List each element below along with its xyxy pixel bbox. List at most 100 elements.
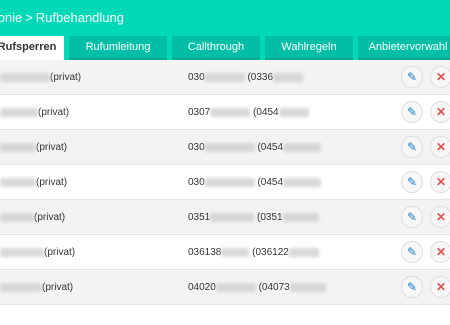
redacted-text [210, 212, 255, 222]
number-secondary: (0454 [253, 107, 279, 118]
name-suffix: (privat) [50, 72, 82, 83]
edit-button[interactable]: ✎ [401, 171, 423, 193]
entry-name: (privat) [0, 200, 65, 235]
edit-button[interactable]: ✎ [401, 136, 423, 158]
pencil-icon: ✎ [406, 280, 418, 294]
pencil-icon: ✎ [406, 105, 418, 119]
tab-rufumleitung[interactable]: Rufumleitung [69, 36, 167, 60]
header-bar: fonie>Rufbehandlung [0, 0, 450, 36]
entry-number: 030 (0336 [188, 60, 304, 95]
name-suffix: (privat) [36, 177, 68, 188]
redacted-text [273, 72, 304, 82]
pencil-icon: ✎ [406, 175, 418, 189]
number-secondary: (0454 [257, 177, 284, 188]
number-prefix: 04020 [188, 282, 216, 293]
number-prefix: 030 [188, 177, 205, 188]
number-secondary: (036122 [252, 247, 289, 258]
number-secondary: (04073 [258, 282, 290, 293]
entry-number: 030 (0454 [188, 165, 322, 200]
delete-button[interactable]: ✕ [430, 101, 450, 123]
delete-button[interactable]: ✕ [430, 206, 450, 228]
redacted-text [221, 247, 250, 257]
redacted-text [283, 142, 322, 152]
number-prefix: 030 [188, 72, 205, 83]
pencil-icon: ✎ [406, 70, 418, 84]
breadcrumb-page: Rufbehandlung [35, 10, 124, 25]
delete-button[interactable]: ✕ [430, 171, 450, 193]
pencil-icon: ✎ [406, 140, 418, 154]
number-prefix: 030 [188, 142, 205, 153]
list-item: (privat) 030 (0454 ✎ ✕ [0, 130, 450, 165]
close-icon: ✕ [435, 280, 447, 294]
redacted-text [289, 282, 326, 292]
close-icon: ✕ [435, 140, 447, 154]
tab-wahlregeln[interactable]: Wahlregeln [265, 36, 353, 60]
tab-anbietervorwahl[interactable]: Anbietervorwahl [358, 36, 450, 60]
edit-button[interactable]: ✎ [401, 66, 423, 88]
list-item-partial [0, 305, 450, 325]
number-secondary: (0454 [257, 142, 284, 153]
edit-button[interactable]: ✎ [401, 241, 423, 263]
close-icon: ✕ [435, 70, 447, 84]
delete-button[interactable]: ✕ [430, 136, 450, 158]
edit-button[interactable]: ✎ [401, 276, 423, 298]
entry-name: (privat) [0, 165, 67, 200]
close-icon: ✕ [435, 210, 447, 224]
pencil-icon: ✎ [406, 210, 418, 224]
redacted-text [215, 282, 256, 292]
list-item: (privat) 036138 (036122 ✎ ✕ [0, 235, 450, 270]
name-suffix: (privat) [44, 247, 76, 258]
list-item: (privat) 0351 (0351 ✎ ✕ [0, 200, 450, 235]
number-secondary: (0351 [257, 212, 283, 223]
entry-number: 036138 (036122 [188, 235, 319, 270]
redacted-text [204, 142, 255, 152]
redacted-text [204, 177, 255, 187]
number-prefix: 0307 [188, 107, 211, 118]
entry-name: (privat) [0, 235, 75, 270]
redacted-text [282, 212, 319, 222]
entry-name: (privat) [0, 130, 67, 165]
redacted-text [0, 177, 36, 187]
number-prefix: 036138 [188, 247, 222, 258]
edit-button[interactable]: ✎ [401, 206, 423, 228]
tab-rufsperren[interactable]: Rufsperren [0, 36, 64, 60]
entry-number: 0307 (0454 [188, 95, 309, 130]
redacted-text [0, 247, 44, 257]
delete-button[interactable]: ✕ [430, 241, 450, 263]
breadcrumb-separator: > [25, 10, 33, 25]
redacted-text [0, 282, 42, 292]
redacted-text [278, 107, 309, 117]
entry-name: (privat) [0, 95, 69, 130]
list-item: (privat) 0307 (0454 ✎ ✕ [0, 95, 450, 130]
delete-button[interactable]: ✕ [430, 66, 450, 88]
list-item: (privat) 030 (0336 ✎ ✕ [0, 60, 450, 95]
tab-callthrough[interactable]: Callthrough [172, 36, 260, 60]
number-prefix: 0351 [188, 212, 211, 223]
entry-name: (privat) [0, 60, 81, 95]
breadcrumb-section[interactable]: fonie [0, 10, 22, 25]
redacted-text [210, 107, 251, 117]
redacted-text [204, 72, 245, 82]
redacted-text [0, 72, 50, 82]
redacted-text [288, 247, 319, 257]
breadcrumb: fonie>Rufbehandlung [0, 0, 124, 36]
name-suffix: (privat) [34, 212, 66, 223]
name-suffix: (privat) [42, 282, 74, 293]
name-suffix: (privat) [36, 142, 68, 153]
redacted-text [0, 212, 34, 222]
entry-number: 030 (0454 [188, 130, 322, 165]
redacted-text [283, 177, 322, 187]
name-suffix: (privat) [38, 107, 70, 118]
redacted-text [0, 142, 36, 152]
edit-button[interactable]: ✎ [401, 101, 423, 123]
number-secondary: (0336 [247, 72, 274, 83]
entry-number: 0351 (0351 [188, 200, 319, 235]
list-item: (privat) 030 (0454 ✎ ✕ [0, 165, 450, 200]
redacted-text [0, 107, 38, 117]
pencil-icon: ✎ [406, 245, 418, 259]
close-icon: ✕ [435, 105, 447, 119]
tab-bar: Rufsperren Rufumleitung Callthrough Wahl… [0, 36, 450, 60]
close-icon: ✕ [435, 245, 447, 259]
delete-button[interactable]: ✕ [430, 276, 450, 298]
close-icon: ✕ [435, 175, 447, 189]
